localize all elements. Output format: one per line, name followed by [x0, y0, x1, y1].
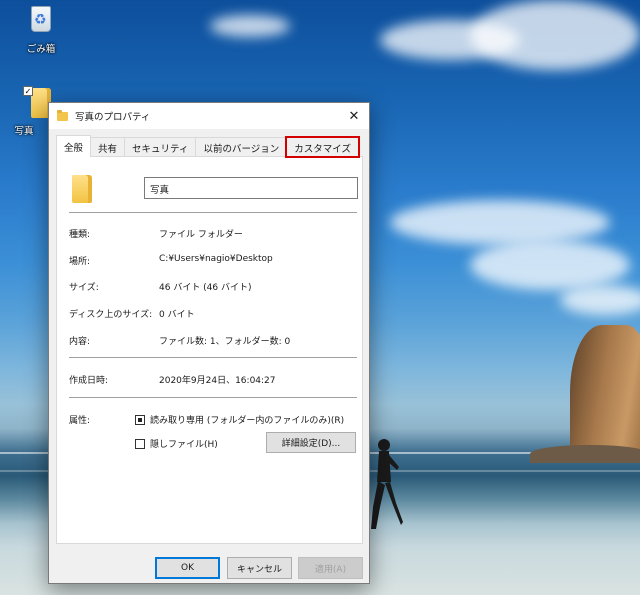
tab-previous-versions[interactable]: 以前のバージョン [195, 137, 288, 157]
close-icon: ✕ [348, 108, 360, 124]
property-label: 場所: [69, 257, 91, 267]
desktop-icon-recycle-bin[interactable]: ごみ箱 [13, 6, 69, 55]
folder-name-input[interactable]: 写真 [144, 177, 358, 199]
title-bar[interactable]: 写真のプロパティ ✕ [49, 103, 369, 129]
close-button[interactable]: ✕ [339, 103, 369, 129]
property-label: サイズ: [69, 283, 99, 293]
tab-sharing[interactable]: 共有 [90, 137, 126, 157]
ok-button[interactable]: OK [155, 557, 220, 579]
property-label: 種類: [69, 230, 91, 240]
property-value: 46 バイト (46 バイト) [159, 283, 252, 293]
property-row-contents: 内容: ファイル数: 1、フォルダー数: 0 [69, 334, 290, 347]
property-row-size: サイズ: 46 バイト (46 バイト) [69, 280, 252, 293]
divider [69, 212, 357, 213]
property-label: ディスク上のサイズ: [69, 310, 153, 320]
property-row-created: 作成日時: 2020年9月24日、16:04:27 [69, 373, 276, 386]
property-value: 2020年9月24日、16:04:27 [159, 376, 276, 386]
tab-strip: 全般 共有 セキュリティ 以前のバージョン カスタマイズ [56, 135, 360, 158]
checkbox-icon: ✓ [23, 86, 33, 96]
property-row-size-on-disk: ディスク上のサイズ: 0 バイト [69, 307, 195, 320]
property-value: 0 バイト [159, 310, 195, 320]
tab-security[interactable]: セキュリティ [124, 137, 197, 157]
property-value: C:¥Users¥nagio¥Desktop [159, 254, 273, 264]
property-row-type: 種類: ファイル フォルダー [69, 227, 243, 240]
recycle-bin-icon [31, 6, 51, 32]
property-value: ファイル フォルダー [159, 230, 243, 240]
advanced-button[interactable]: 詳細設定(D)... [266, 432, 356, 453]
divider [69, 357, 357, 358]
tab-customize[interactable]: カスタマイズ [285, 136, 360, 158]
readonly-checkbox[interactable]: 読み取り専用 (フォルダー内のファイルのみ)(R) [135, 413, 344, 426]
apply-button[interactable]: 適用(A) [298, 557, 363, 579]
folder-icon [57, 109, 68, 121]
property-row-location: 場所: C:¥Users¥nagio¥Desktop [69, 254, 273, 267]
hidden-label: 隠しファイル(H) [150, 440, 218, 450]
property-label: 作成日時: [69, 376, 109, 386]
general-tab-panel: 写真 種類: ファイル フォルダー 場所: C:¥Users¥nagio¥Des… [56, 156, 363, 544]
property-label: 内容: [69, 337, 91, 347]
folder-icon [72, 175, 92, 203]
desktop-icon-label: 写真 [14, 126, 34, 137]
desktop-icon-label: ごみ箱 [26, 44, 56, 55]
properties-dialog: 写真のプロパティ ✕ 全般 共有 セキュリティ 以前のバージョン カスタマイズ … [48, 102, 370, 584]
cancel-button[interactable]: キャンセル [227, 557, 292, 579]
sea-rock [570, 325, 640, 460]
checkbox-icon [135, 414, 145, 425]
tab-general[interactable]: 全般 [56, 135, 92, 157]
divider [69, 397, 357, 398]
hidden-checkbox[interactable]: 隠しファイル(H) [135, 437, 218, 450]
checkbox-icon [135, 438, 145, 449]
runner-figure [371, 439, 403, 529]
readonly-label: 読み取り専用 (フォルダー内のファイルのみ)(R) [150, 416, 345, 426]
property-value: ファイル数: 1、フォルダー数: 0 [159, 337, 291, 347]
dialog-title: 写真のプロパティ [75, 112, 151, 123]
